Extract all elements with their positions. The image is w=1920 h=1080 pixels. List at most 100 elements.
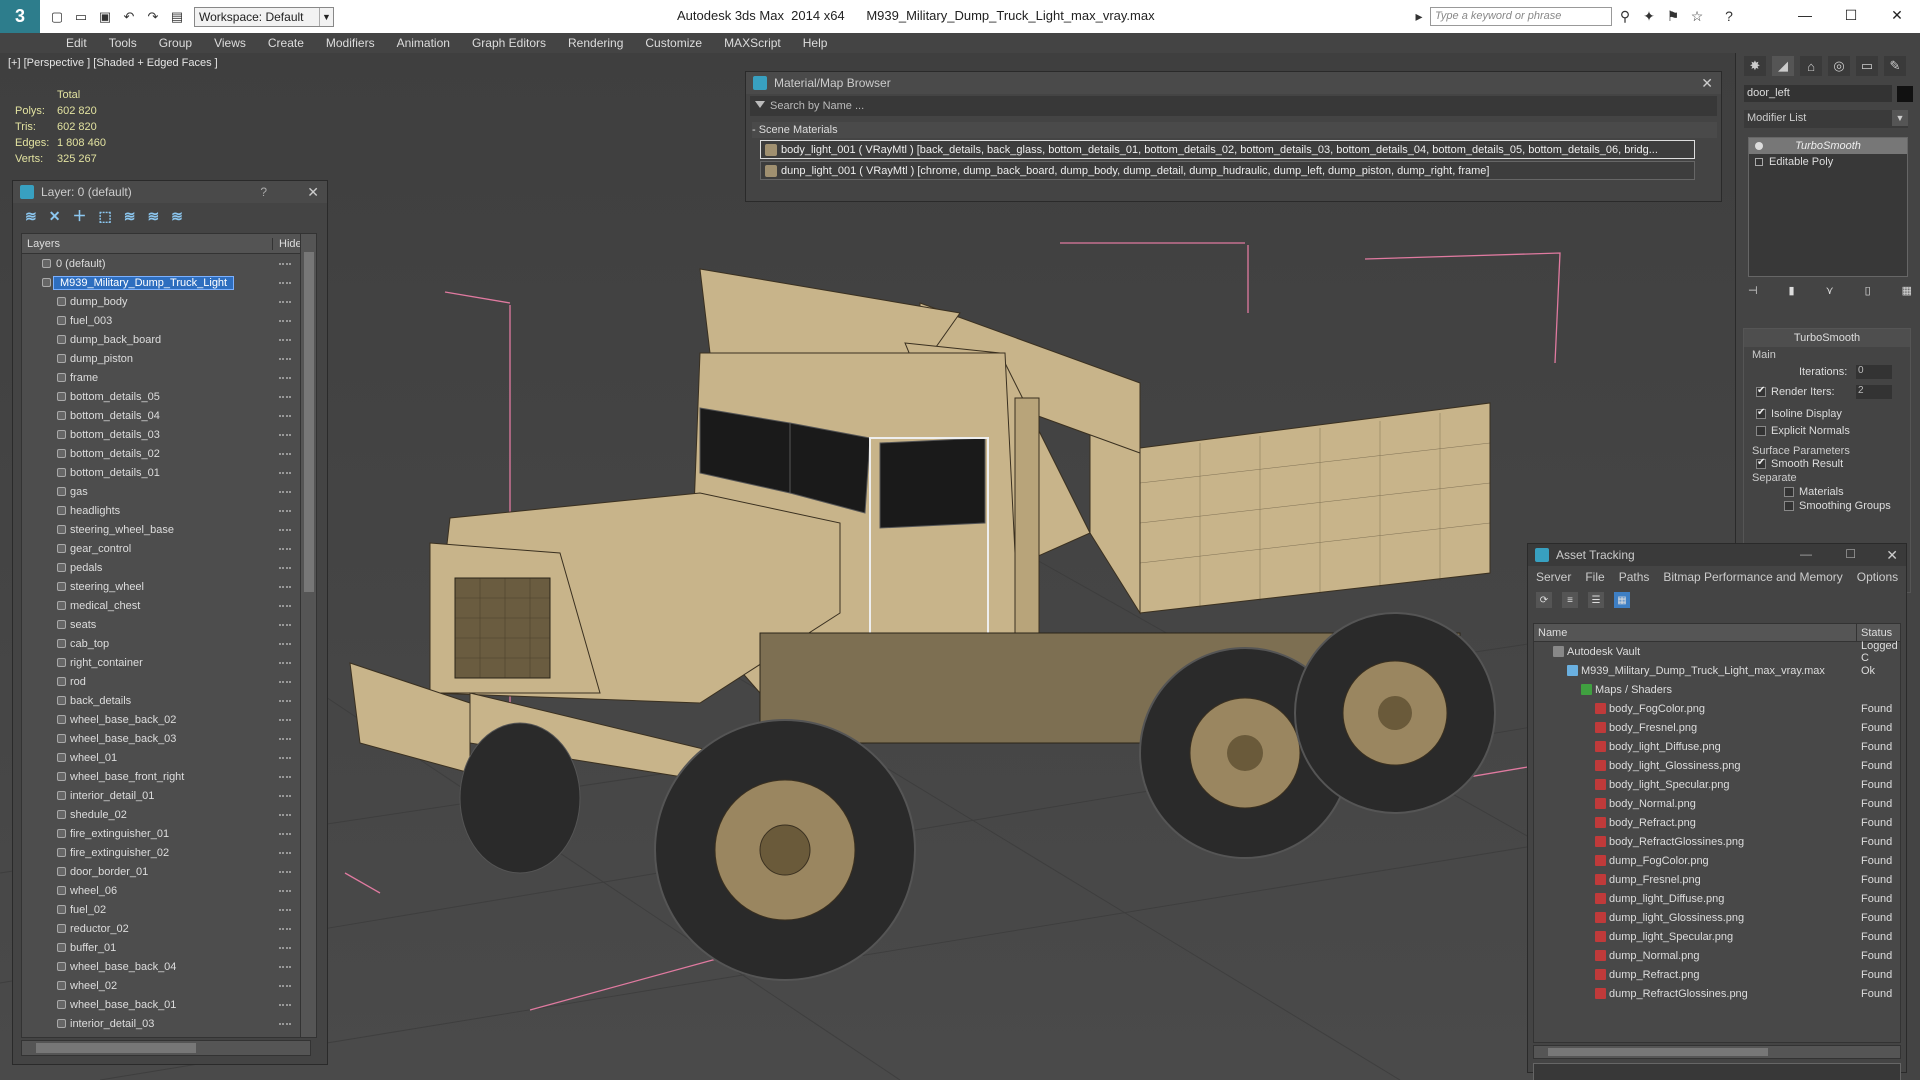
layer-row[interactable]: interior_detail_03 bbox=[22, 1014, 316, 1033]
close-icon[interactable]: ✕ bbox=[307, 184, 319, 201]
refresh-icon[interactable]: ⟳ bbox=[1536, 592, 1552, 608]
layer-row[interactable]: bottom_details_02 bbox=[22, 444, 316, 463]
layer-row[interactable]: wheel_06 bbox=[22, 881, 316, 900]
workspace-dropdown[interactable]: Workspace: Default ▼ bbox=[194, 6, 334, 27]
remove-modifier-icon[interactable]: ▯ bbox=[1865, 284, 1871, 302]
layer-row[interactable]: rod bbox=[22, 672, 316, 691]
menu-bitmap-performance[interactable]: Bitmap Performance and Memory bbox=[1663, 570, 1842, 584]
asset-row[interactable]: body_light_Glossiness.png Found bbox=[1534, 756, 1900, 775]
hide-toggle[interactable] bbox=[279, 605, 291, 607]
column-layers[interactable]: Layers bbox=[22, 238, 272, 250]
scene-materials-header[interactable]: - Scene Materials bbox=[752, 122, 1717, 138]
app-logo-icon[interactable]: 3 bbox=[0, 0, 40, 33]
subscription-icon[interactable]: ✦ bbox=[1640, 7, 1658, 25]
bulb-icon[interactable] bbox=[1755, 142, 1763, 150]
layer-row[interactable]: gear_control bbox=[22, 539, 316, 558]
menu-modifiers[interactable]: Modifiers bbox=[315, 36, 386, 50]
asset-row[interactable]: M939_Military_Dump_Truck_Light_max_vray.… bbox=[1534, 661, 1900, 680]
layer-row[interactable]: wheel_base_back_04 bbox=[22, 957, 316, 976]
material-search-input[interactable]: Search by Name ... bbox=[750, 96, 1717, 116]
redo-icon[interactable]: ↷ bbox=[142, 7, 164, 27]
asset-table[interactable]: Name Status Autodesk Vault Logged C M939_M… bbox=[1533, 623, 1901, 1043]
hide-toggle[interactable] bbox=[279, 624, 291, 626]
vertical-scrollbar[interactable] bbox=[300, 234, 316, 1037]
layer-row[interactable]: cab_top bbox=[22, 634, 316, 653]
help-icon[interactable]: ? bbox=[1720, 7, 1738, 25]
menu-edit[interactable]: Edit bbox=[55, 36, 98, 50]
menu-graph-editors[interactable]: Graph Editors bbox=[461, 36, 557, 50]
hide-toggle[interactable] bbox=[279, 700, 291, 702]
configure-sets-icon[interactable]: ▦ bbox=[1902, 284, 1912, 302]
select-objects-icon[interactable]: ⬚ bbox=[98, 208, 111, 225]
menu-paths[interactable]: Paths bbox=[1619, 570, 1650, 584]
layer-row[interactable]: fuel_02 bbox=[22, 900, 316, 919]
hide-toggle[interactable] bbox=[279, 301, 291, 303]
object-color-swatch[interactable] bbox=[1897, 86, 1913, 102]
hide-toggle[interactable] bbox=[279, 909, 291, 911]
open-file-icon[interactable]: ▭ bbox=[70, 7, 92, 27]
layer-row[interactable]: fire_extinguisher_02 bbox=[22, 843, 316, 862]
layer-list[interactable]: Layers Hide 0 (default) M939_Military_Dum… bbox=[21, 233, 317, 1038]
add-layer-icon[interactable]: ＋ bbox=[72, 206, 86, 226]
asset-row[interactable]: dump_FogColor.png Found bbox=[1534, 851, 1900, 870]
layer-row[interactable]: right_container bbox=[22, 653, 316, 672]
scrollbar-thumb[interactable] bbox=[36, 1043, 196, 1053]
column-status[interactable]: Status bbox=[1857, 624, 1892, 641]
hide-toggle[interactable] bbox=[279, 377, 291, 379]
layer-row[interactable]: pedals bbox=[22, 558, 316, 577]
hide-toggle[interactable] bbox=[279, 1023, 291, 1025]
asset-row[interactable]: dump_RefractGlossines.png Found bbox=[1534, 984, 1900, 1003]
render-iters-checkbox[interactable] bbox=[1756, 385, 1766, 397]
hide-toggle[interactable] bbox=[279, 795, 291, 797]
layer-row[interactable]: fire_extinguisher_01 bbox=[22, 824, 316, 843]
hide-toggle[interactable] bbox=[279, 871, 291, 873]
menu-group[interactable]: Group bbox=[148, 36, 203, 50]
asset-row[interactable]: body_Fresnel.png Found bbox=[1534, 718, 1900, 737]
asset-path-field[interactable] bbox=[1533, 1063, 1901, 1080]
layer-row[interactable]: seats bbox=[22, 615, 316, 634]
material-item[interactable]: body_light_001 ( VRayMtl ) [back_details… bbox=[760, 140, 1695, 159]
highlight-layer-icon[interactable]: ≋ bbox=[171, 208, 183, 225]
layer-row[interactable]: medical_chest bbox=[22, 596, 316, 615]
asset-row[interactable]: body_Refract.png Found bbox=[1534, 813, 1900, 832]
hide-toggle[interactable] bbox=[279, 396, 291, 398]
menu-tools[interactable]: Tools bbox=[98, 36, 148, 50]
material-browser-titlebar[interactable]: Material/Map Browser ✕ bbox=[746, 72, 1721, 94]
hide-toggle[interactable] bbox=[279, 491, 291, 493]
stack-item-editable-poly[interactable]: Editable Poly bbox=[1749, 154, 1907, 170]
binoculars-icon[interactable]: ⚲ bbox=[1616, 7, 1634, 25]
close-button[interactable]: ✕ bbox=[1874, 0, 1920, 30]
asset-row[interactable]: body_Normal.png Found bbox=[1534, 794, 1900, 813]
materials-checkbox[interactable] bbox=[1784, 487, 1794, 497]
hide-toggle[interactable] bbox=[279, 966, 291, 968]
close-icon[interactable]: ✕ bbox=[1886, 547, 1898, 564]
search-input[interactable]: Type a keyword or phrase bbox=[1430, 7, 1612, 26]
menu-views[interactable]: Views bbox=[203, 36, 257, 50]
asset-row[interactable]: body_light_Specular.png Found bbox=[1534, 775, 1900, 794]
viewport-label[interactable]: [+] [Perspective ] [Shaded + Edged Faces… bbox=[8, 57, 218, 69]
asset-row[interactable]: dump_light_Specular.png Found bbox=[1534, 927, 1900, 946]
asset-row[interactable]: dump_Fresnel.png Found bbox=[1534, 870, 1900, 889]
asset-row[interactable]: body_FogColor.png Found bbox=[1534, 699, 1900, 718]
maximize-button[interactable]: ☐ bbox=[1828, 0, 1874, 30]
display-tab-icon[interactable]: ▭ bbox=[1856, 56, 1878, 76]
hide-toggle[interactable] bbox=[279, 852, 291, 854]
maximize-button[interactable]: ☐ bbox=[1845, 547, 1856, 561]
menu-help[interactable]: Help bbox=[792, 36, 839, 50]
hide-toggle[interactable] bbox=[279, 320, 291, 322]
asset-row[interactable]: dump_light_Diffuse.png Found bbox=[1534, 889, 1900, 908]
help-icon[interactable]: ? bbox=[260, 185, 267, 199]
hide-toggle[interactable] bbox=[279, 776, 291, 778]
tree-view-icon[interactable]: ☰ bbox=[1588, 592, 1604, 608]
modify-tab-icon[interactable]: ◢ bbox=[1772, 56, 1794, 76]
scrollbar-thumb[interactable] bbox=[304, 252, 314, 592]
render-iters-spinner[interactable]: 2 bbox=[1856, 385, 1892, 399]
hide-toggle[interactable] bbox=[279, 719, 291, 721]
hide-toggle[interactable] bbox=[279, 567, 291, 569]
save-icon[interactable]: ▣ bbox=[94, 7, 116, 27]
layer-row[interactable]: reductor_02 bbox=[22, 919, 316, 938]
column-name[interactable]: Name bbox=[1534, 624, 1857, 641]
layer-row[interactable]: fuel_003 bbox=[22, 311, 316, 330]
modifier-list-dropdown[interactable]: Modifier List ▼ bbox=[1744, 110, 1908, 128]
layer-row[interactable]: steering_wheel_base bbox=[22, 520, 316, 539]
